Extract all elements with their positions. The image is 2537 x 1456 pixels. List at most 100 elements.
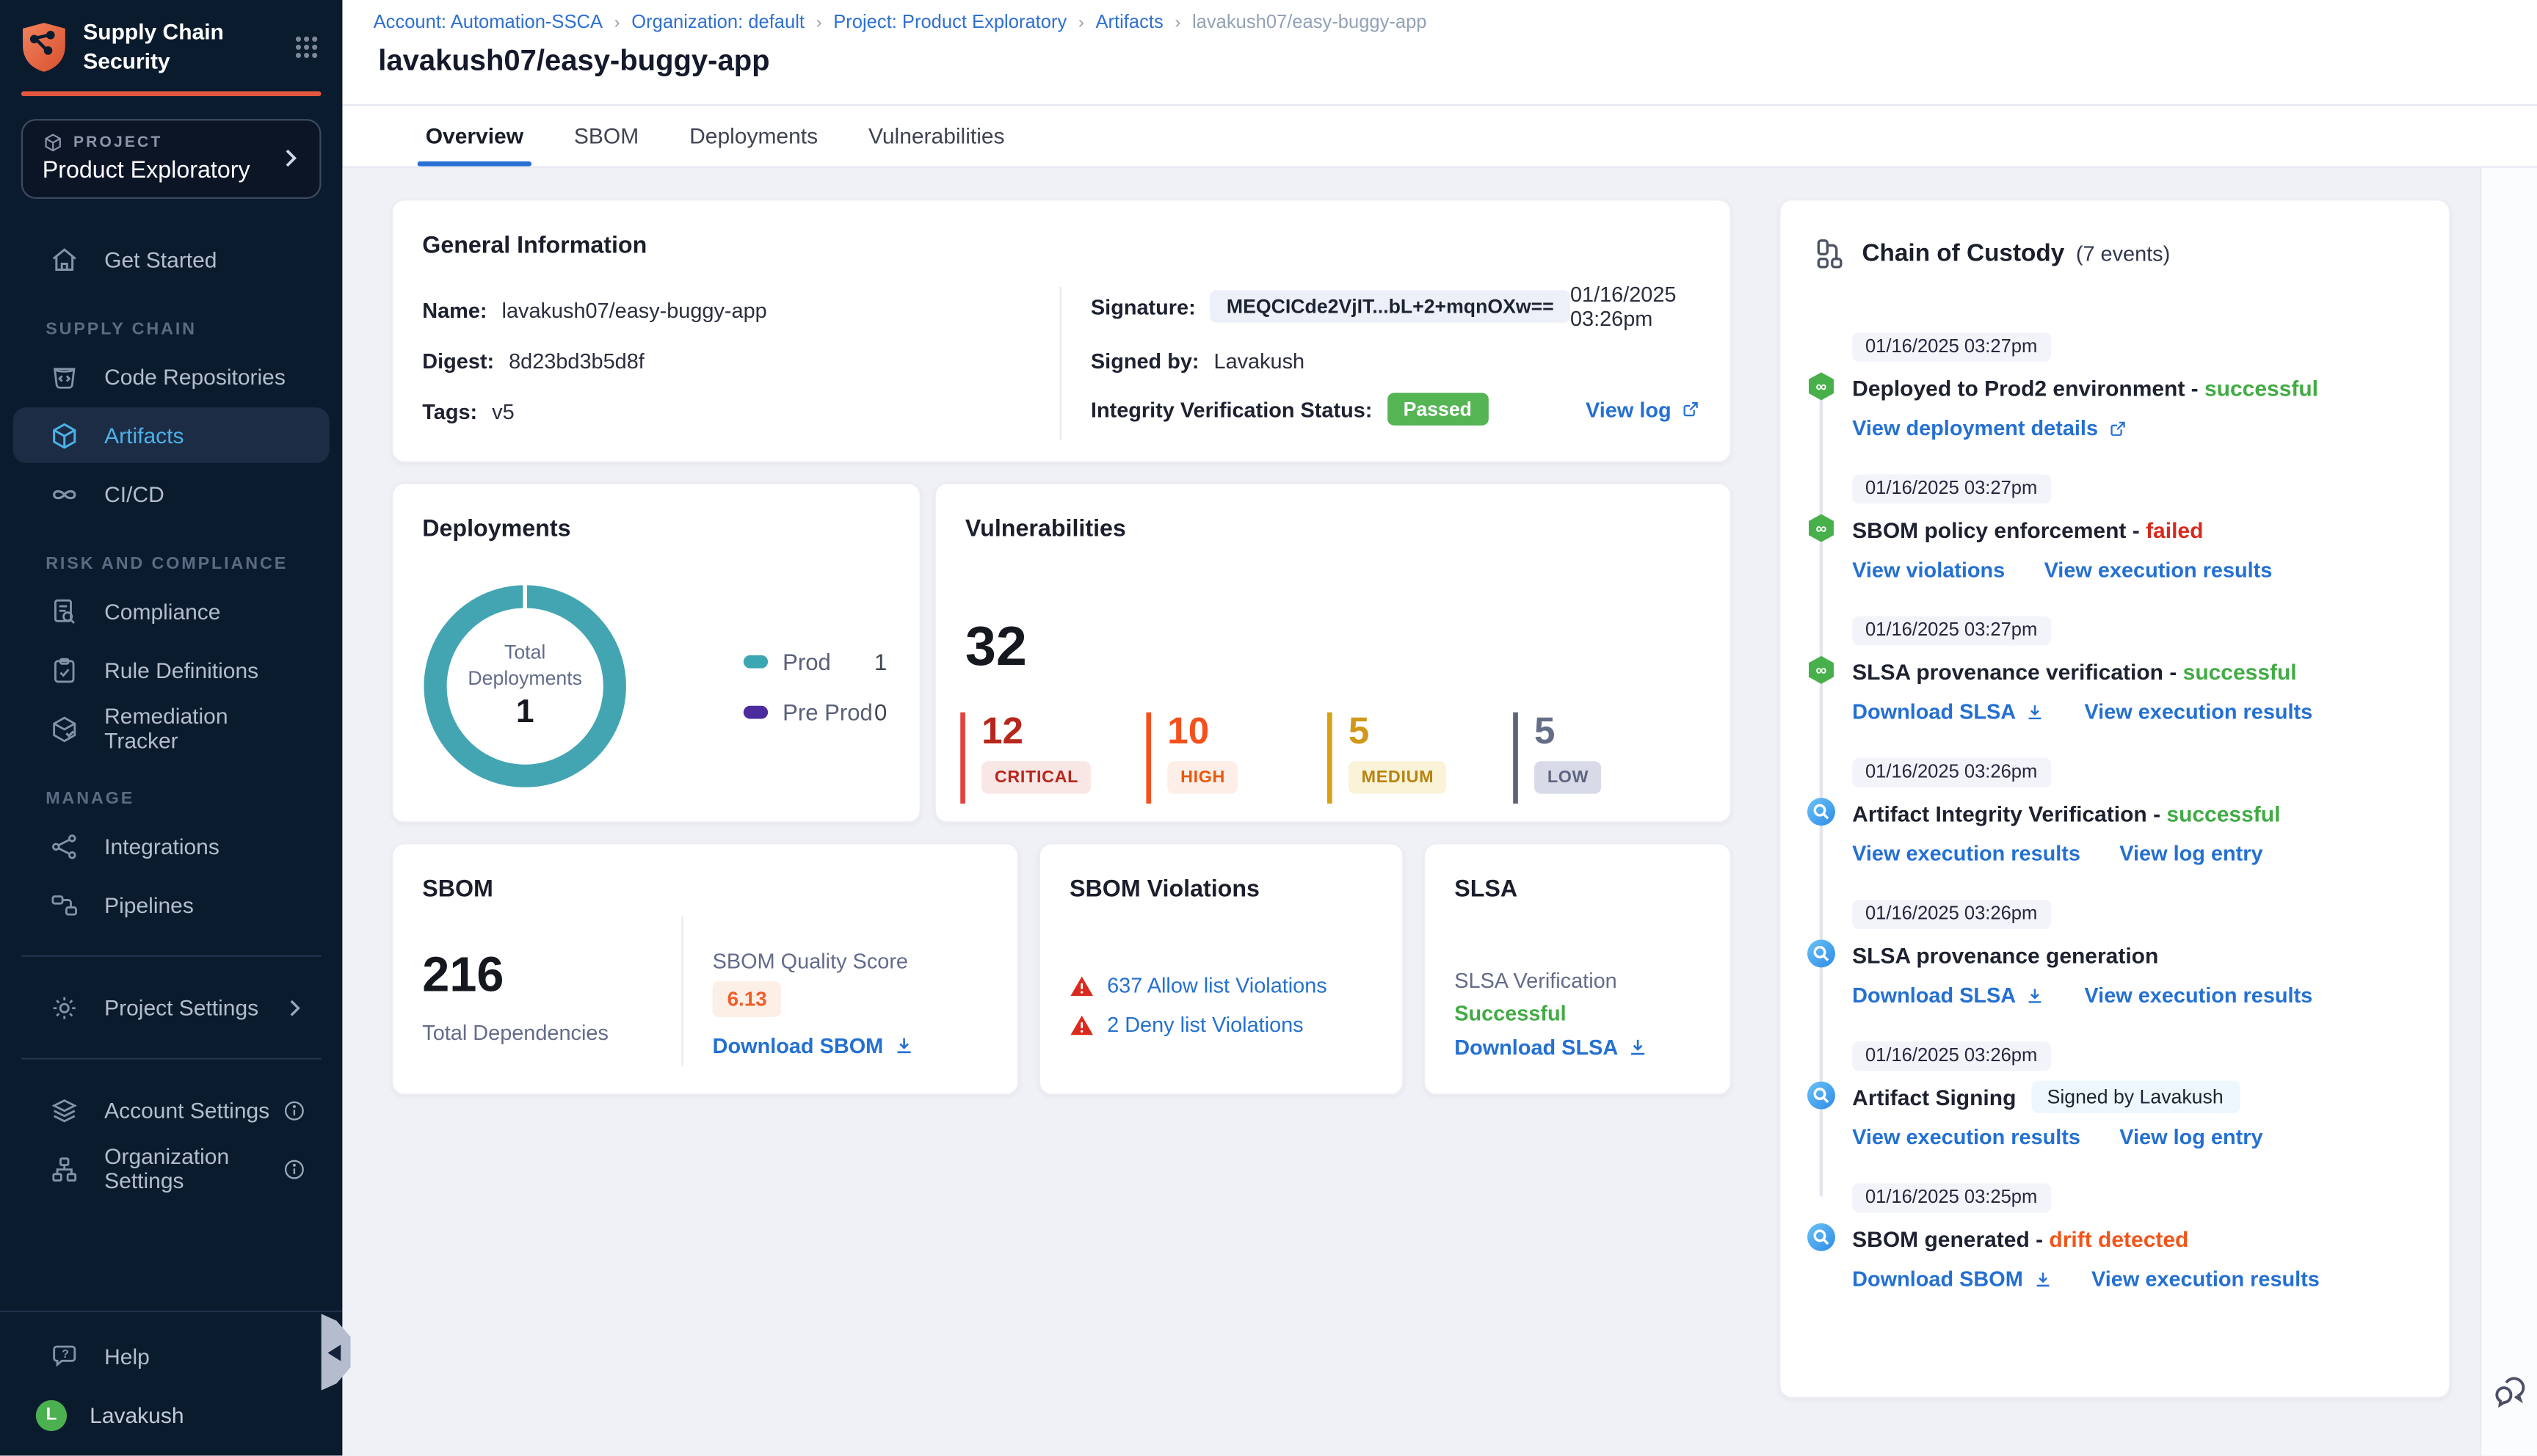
app-switcher-grid-icon[interactable]	[294, 34, 320, 60]
event-status: successful	[2204, 375, 2319, 401]
download-sbom-link[interactable]: Download SBOM	[713, 1033, 915, 1058]
sidebar: Supply Chain Security PROJECT Product Exp…	[0, 0, 343, 1456]
download-slsa-link[interactable]: Download SLSA	[1852, 983, 2045, 1008]
sidebar-item-help[interactable]: ? Help	[13, 1329, 330, 1385]
shield-logo-icon	[23, 22, 65, 71]
tab-overview[interactable]: Overview	[417, 106, 532, 167]
view-execution-results-link[interactable]: View execution results	[2091, 1267, 2320, 1291]
sidebar-item-compliance[interactable]: Compliance	[13, 583, 330, 639]
coc-event-sbom-generated: 01/16/2025 03:25pm SBOM generated - drif…	[1807, 1182, 2426, 1291]
event-title: Deployed to Prod2 environment	[1852, 375, 2185, 401]
deployments-legend: Prod 1 Pre Prod 0	[743, 646, 887, 747]
chain-of-custody-count: (7 events)	[2075, 241, 2171, 266]
signature-label: Signature:	[1090, 294, 1196, 319]
download-icon	[896, 1038, 910, 1054]
view-deployment-details-link[interactable]: View deployment details	[1852, 415, 2127, 440]
svg-text:∞: ∞	[1815, 662, 1826, 679]
severity-critical: 12 CRITICAL	[960, 712, 1092, 804]
info-icon[interactable]	[282, 1098, 306, 1122]
info-icon[interactable]	[282, 1157, 306, 1181]
deployments-donut-chart: Total Deployments 1	[419, 580, 631, 793]
chevron-right-icon	[290, 999, 300, 1016]
link-label: View execution results	[2044, 557, 2273, 582]
user-menu[interactable]: L Lavakush	[0, 1385, 342, 1446]
tab-vulnerabilities[interactable]: Vulnerabilities	[868, 106, 1005, 166]
pipelines-icon	[51, 895, 77, 915]
svg-text:?: ?	[62, 1348, 69, 1361]
download-slsa-link[interactable]: Download SLSA	[1454, 1035, 1649, 1060]
event-timestamp: 01/16/2025 03:26pm	[1852, 1041, 2051, 1071]
view-execution-results-link[interactable]: View execution results	[1852, 1125, 2080, 1149]
sidebar-item-code-repositories[interactable]: Code Repositories	[13, 349, 330, 405]
sidebar-item-remediation-tracker[interactable]: Remediation Tracker	[13, 701, 330, 757]
name-label: Name:	[422, 297, 487, 322]
chain-of-custody-panel: Chain of Custody (7 events) ∞ 01/16/2025…	[1779, 198, 2451, 1399]
tags-label: Tags:	[422, 398, 478, 423]
chevron-right-icon	[286, 149, 297, 167]
legend-item-pre-prod: Pre Prod 0	[743, 696, 887, 728]
sidebar-item-account-settings[interactable]: Account Settings	[13, 1082, 330, 1138]
project-selector-value: Product Exploratory	[42, 158, 250, 185]
donut-center-label: Total Deployments	[468, 640, 582, 689]
breadcrumb-project[interactable]: Project: Product Exploratory	[833, 13, 1067, 33]
sidebar-divider	[21, 955, 322, 957]
view-execution-results-link[interactable]: View execution results	[2084, 983, 2312, 1007]
view-violations-link[interactable]: View violations	[1852, 558, 2005, 582]
event-separator: -	[2163, 659, 2183, 684]
sidebar-item-cicd[interactable]: CI/CD	[13, 466, 330, 522]
event-title: SLSA provenance generation	[1852, 942, 2159, 968]
sidebar-item-pipelines[interactable]: Pipelines	[13, 877, 330, 933]
view-log-entry-link[interactable]: View log entry	[2119, 1125, 2262, 1149]
sidebar-item-label: CI/CD	[104, 481, 164, 506]
view-execution-results-link[interactable]: View execution results	[2044, 558, 2273, 582]
link-label: Download SBOM	[1852, 1266, 2023, 1292]
view-log-entry-link[interactable]: View log entry	[2119, 841, 2262, 865]
sbom-quality-score-value: 6.13	[712, 981, 782, 1017]
project-cube-icon	[45, 134, 61, 152]
card-title: Deployments	[422, 517, 571, 543]
link-label: View execution results	[2084, 983, 2313, 1008]
app-title: Supply Chain Security	[83, 19, 224, 73]
coc-event-deployed-prod2: ∞ 01/16/2025 03:27pm Deployed to Prod2 e…	[1808, 331, 2426, 440]
tab-label: Deployments	[689, 123, 819, 149]
sidebar-item-label: Pipelines	[104, 892, 194, 917]
breadcrumb-account[interactable]: Account: Automation-SSCA	[374, 13, 603, 33]
event-title: Artifact Signing	[1852, 1085, 2017, 1110]
sidebar-item-artifacts[interactable]: Artifacts	[12, 407, 330, 464]
slsa-verification-status: Successful	[1454, 1000, 1567, 1026]
sidebar-item-get-started[interactable]: Get Started	[13, 232, 330, 288]
view-execution-results-link[interactable]: View execution results	[2084, 699, 2312, 724]
app-window: Supply Chain Security PROJECT Product Exp…	[0, 0, 2537, 1456]
download-slsa-link[interactable]: Download SLSA	[1852, 699, 2045, 724]
general-information-card: General Information Name: lavakush07/eas…	[391, 198, 1732, 463]
sidebar-item-organization-settings[interactable]: Organization Settings	[13, 1141, 330, 1197]
sidebar-item-rule-definitions[interactable]: Rule Definitions	[13, 642, 330, 698]
sidebar-item-integrations[interactable]: Integrations	[13, 818, 330, 874]
critical-badge: CRITICAL	[981, 761, 1092, 794]
digest-label: Digest:	[422, 348, 495, 373]
project-selector[interactable]: PROJECT Product Exploratory	[21, 119, 322, 200]
cicd-infinity-icon	[53, 489, 76, 499]
download-sbom-link[interactable]: Download SBOM	[1852, 1267, 2053, 1291]
scan-circle-icon	[1807, 1223, 1835, 1251]
tab-label: Vulnerabilities	[868, 123, 1005, 149]
slsa-card: SLSA SLSA Verification Successful Downlo…	[1423, 842, 1732, 1096]
view-log-link[interactable]: View log	[1586, 397, 1701, 421]
chain-of-custody-title: Chain of Custody	[1862, 239, 2065, 268]
deny-list-violations-link[interactable]: 2 Deny list Violations	[1107, 1012, 1304, 1036]
tab-deployments[interactable]: Deployments	[689, 106, 818, 166]
breadcrumb-artifacts[interactable]: Artifacts	[1095, 13, 1163, 33]
allow-list-violations-link[interactable]: 637 Allow list Violations	[1107, 973, 1327, 997]
chat-bubbles-icon[interactable]	[2491, 1374, 2529, 1411]
column-divider	[1059, 286, 1061, 440]
legend-label: Pre Prod	[783, 699, 873, 726]
collapse-arrow-icon	[327, 1344, 341, 1361]
view-execution-results-link[interactable]: View execution results	[1852, 841, 2080, 865]
sidebar-footer: ? Help L Lavakush	[0, 1311, 343, 1456]
tab-sbom[interactable]: SBOM	[574, 106, 639, 166]
coc-event-artifact-signing: 01/16/2025 03:26pm Artifact Signing Sign…	[1807, 1040, 2426, 1149]
breadcrumb-organization[interactable]: Organization: default	[631, 13, 805, 33]
page-title: lavakush07/easy-buggy-app	[378, 43, 770, 77]
column-divider	[681, 916, 683, 1066]
sidebar-item-project-settings[interactable]: Project Settings	[13, 980, 330, 1035]
